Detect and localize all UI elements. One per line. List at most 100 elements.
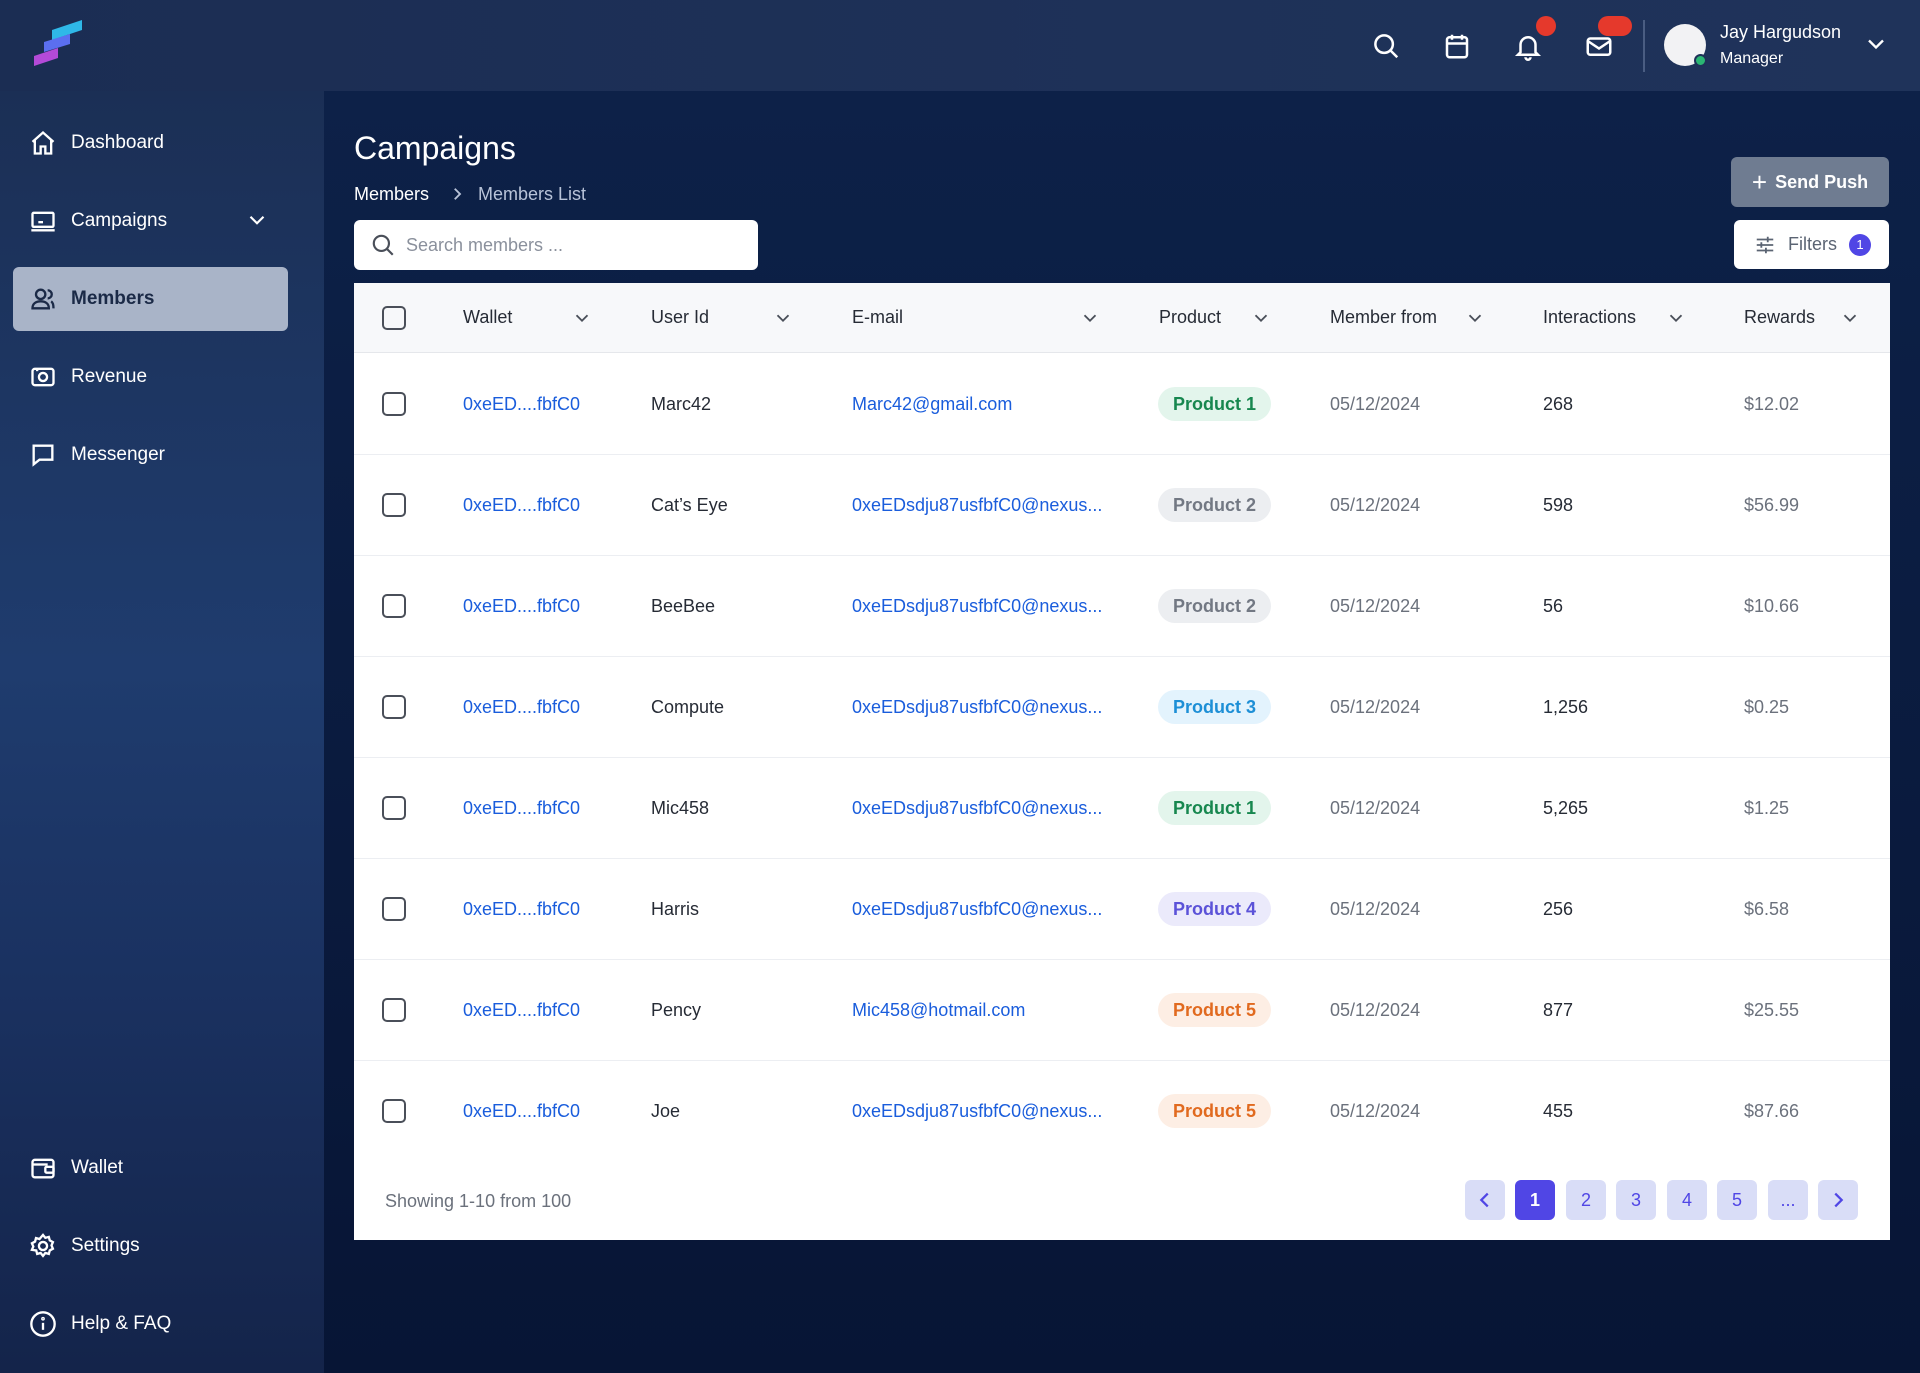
- chevron-left-icon: [1479, 1192, 1489, 1208]
- email-link[interactable]: 0xeEDsdju87usfbfC0@nexus...: [852, 899, 1102, 920]
- chevron-down-icon[interactable]: [244, 207, 270, 233]
- user-id-cell: Joe: [651, 1101, 681, 1121]
- member-from-cell: 05/12/2024: [1330, 697, 1421, 717]
- row-checkbox[interactable]: [382, 998, 406, 1022]
- sidebar-item-messenger[interactable]: Messenger: [13, 423, 288, 487]
- wallet-link[interactable]: 0xeED....fbfC0: [463, 798, 580, 819]
- wallet-link[interactable]: 0xeED....fbfC0: [463, 697, 580, 718]
- select-all-checkbox[interactable]: [382, 306, 406, 330]
- search-input[interactable]: [406, 234, 746, 256]
- user-id-cell: Marc42: [651, 394, 712, 414]
- email-link[interactable]: Mic458@hotmail.com: [852, 1000, 1025, 1021]
- member-from-cell: 05/12/2024: [1330, 899, 1421, 919]
- table-footer: Showing 1-10 from 100: [354, 1161, 1890, 1240]
- table-row: 0xeED....fbfC0 Harris 0xeEDsdju87usfbfC0@n…: [354, 859, 1890, 960]
- row-checkbox[interactable]: [382, 695, 406, 719]
- chevron-down-icon[interactable]: [772, 307, 794, 329]
- chevron-down-icon[interactable]: [1839, 307, 1861, 329]
- column-header-email[interactable]: E-mail: [852, 307, 903, 328]
- calendar-icon[interactable]: [1435, 24, 1479, 68]
- notification-badge: [1536, 16, 1556, 36]
- member-from-cell: 05/12/2024: [1330, 394, 1421, 414]
- row-checkbox[interactable]: [382, 796, 406, 820]
- wallet-link[interactable]: 0xeED....fbfC0: [463, 1101, 580, 1122]
- row-checkbox[interactable]: [382, 392, 406, 416]
- mail-badge: [1598, 16, 1632, 36]
- page-button-4[interactable]: 4: [1667, 1180, 1707, 1220]
- breadcrumb-members[interactable]: Members: [354, 184, 429, 205]
- interactions-cell: 56: [1543, 596, 1564, 616]
- product-badge: Product 5: [1158, 993, 1272, 1027]
- next-page-button[interactable]: [1818, 1180, 1858, 1220]
- interactions-cell: 268: [1543, 394, 1574, 414]
- email-link[interactable]: 0xeEDsdju87usfbfC0@nexus...: [852, 596, 1102, 617]
- column-header-wallet[interactable]: Wallet: [463, 307, 512, 328]
- row-checkbox[interactable]: [382, 493, 406, 517]
- table-row: 0xeED....fbfC0 Pency Mic458@hotmail.com Pro…: [354, 960, 1890, 1061]
- wallet-icon: [29, 1153, 59, 1183]
- table-row: 0xeED....fbfC0 Cat’s Eye 0xeEDsdju87usfbfC…: [354, 455, 1890, 556]
- page-ellipsis[interactable]: ...: [1768, 1180, 1808, 1220]
- email-link[interactable]: 0xeEDsdju87usfbfC0@nexus...: [852, 1101, 1102, 1122]
- chevron-down-icon[interactable]: [1079, 307, 1101, 329]
- sidebar-item-settings[interactable]: Settings: [13, 1214, 288, 1278]
- filters-button[interactable]: Filters 1: [1734, 220, 1889, 269]
- page-button-2[interactable]: 2: [1566, 1180, 1606, 1220]
- column-header-member-from[interactable]: Member from: [1330, 307, 1437, 328]
- info-icon: [29, 1309, 59, 1339]
- rewards-cell: $1.25: [1744, 798, 1790, 818]
- email-link[interactable]: 0xeEDsdju87usfbfC0@nexus...: [852, 495, 1102, 516]
- rewards-cell: $6.58: [1744, 899, 1790, 919]
- email-link[interactable]: 0xeEDsdju87usfbfC0@nexus...: [852, 697, 1102, 718]
- row-checkbox[interactable]: [382, 1099, 406, 1123]
- email-link[interactable]: Marc42@gmail.com: [852, 394, 1012, 415]
- online-indicator: [1694, 54, 1707, 67]
- product-badge: Product 2: [1158, 589, 1272, 623]
- chevron-down-icon[interactable]: [1250, 307, 1272, 329]
- column-header-rewards[interactable]: Rewards: [1744, 307, 1815, 328]
- product-badge: Product 3: [1158, 690, 1272, 724]
- page-button-3[interactable]: 3: [1616, 1180, 1656, 1220]
- product-badge: Product 4: [1158, 892, 1272, 926]
- sidebar-item-dashboard[interactable]: Dashboard: [13, 111, 288, 175]
- sidebar-item-label: Wallet: [71, 1157, 124, 1178]
- wallet-link[interactable]: 0xeED....fbfC0: [463, 1000, 580, 1021]
- page-button-5[interactable]: 5: [1717, 1180, 1757, 1220]
- interactions-cell: 5,265: [1543, 798, 1589, 818]
- sidebar-item-wallet[interactable]: Wallet: [13, 1136, 288, 1200]
- chevron-down-icon[interactable]: [1665, 307, 1687, 329]
- column-header-user-id[interactable]: User Id: [651, 307, 709, 328]
- wallet-link[interactable]: 0xeED....fbfC0: [463, 596, 580, 617]
- interactions-cell: 598: [1543, 495, 1574, 515]
- search-box[interactable]: [354, 220, 758, 270]
- sidebar-item-label: Messenger: [71, 444, 165, 465]
- email-link[interactable]: 0xeEDsdju87usfbfC0@nexus...: [852, 798, 1102, 819]
- chevron-down-icon[interactable]: [1862, 30, 1890, 58]
- wallet-link[interactable]: 0xeED....fbfC0: [463, 495, 580, 516]
- send-push-button[interactable]: + Send Push: [1731, 157, 1889, 207]
- sidebar-item-revenue[interactable]: Revenue: [13, 345, 288, 409]
- row-checkbox[interactable]: [382, 897, 406, 921]
- column-header-interactions[interactable]: Interactions: [1543, 307, 1636, 328]
- sidebar-item-members[interactable]: Members: [13, 267, 288, 331]
- interactions-cell: 877: [1543, 1000, 1574, 1020]
- breadcrumb-members-list: Members List: [478, 184, 587, 204]
- chevron-down-icon[interactable]: [571, 307, 593, 329]
- home-icon: [29, 128, 59, 158]
- table-row: 0xeED....fbfC0 Compute 0xeEDsdju87usfbfC0@…: [354, 657, 1890, 758]
- chevron-down-icon[interactable]: [1464, 307, 1486, 329]
- sidebar: Dashboard Campaigns Members Revenue Mess…: [0, 91, 324, 1373]
- row-checkbox[interactable]: [382, 594, 406, 618]
- rewards-cell: $10.66: [1744, 596, 1800, 616]
- wallet-link[interactable]: 0xeED....fbfC0: [463, 899, 580, 920]
- sidebar-item-campaigns[interactable]: Campaigns: [13, 189, 288, 253]
- members-table: Wallet User Id E-mail Product Member fro…: [354, 283, 1890, 1240]
- rewards-cell: $25.55: [1744, 1000, 1800, 1020]
- wallet-link[interactable]: 0xeED....fbfC0: [463, 394, 580, 415]
- cash-icon: [29, 362, 59, 392]
- page-button-1[interactable]: 1: [1515, 1180, 1555, 1220]
- column-header-product[interactable]: Product: [1159, 307, 1221, 328]
- sidebar-item-help[interactable]: Help & FAQ: [13, 1292, 288, 1356]
- search-icon[interactable]: [1364, 24, 1408, 68]
- prev-page-button[interactable]: [1465, 1180, 1505, 1220]
